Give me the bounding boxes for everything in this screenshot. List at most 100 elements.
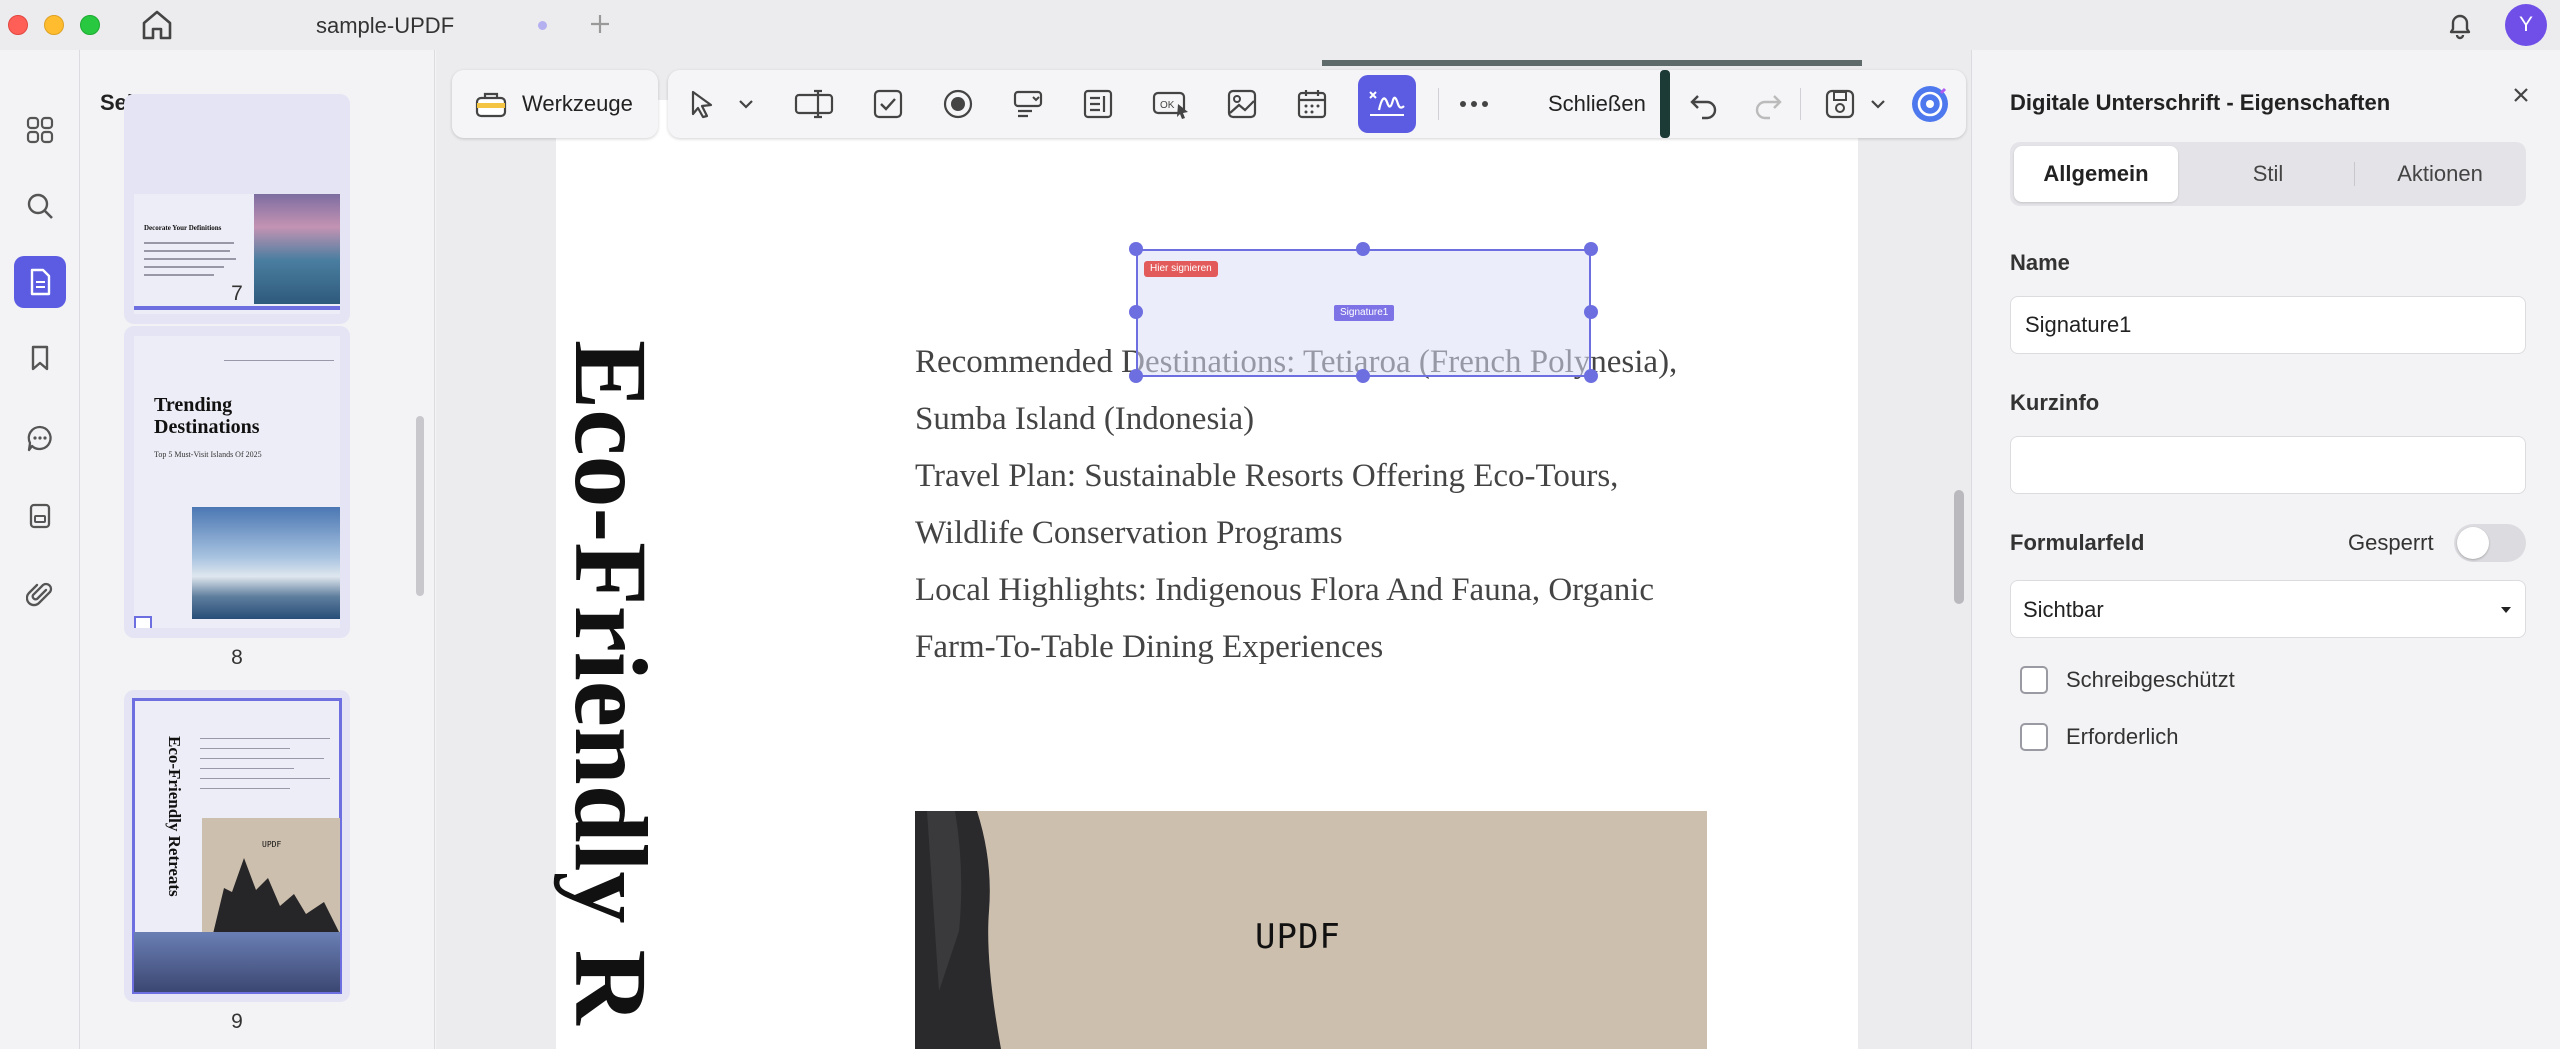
- page-vertical-title: Eco-Friendly R: [553, 340, 668, 1025]
- redo-icon[interactable]: [1752, 88, 1784, 120]
- cursor-caret: [1660, 70, 1670, 138]
- thumbnail-heading: Eco-Friendly Retreats: [165, 736, 184, 897]
- resize-handle[interactable]: [1129, 369, 1143, 383]
- resize-handle[interactable]: [1356, 242, 1370, 256]
- document-image: UPDF: [915, 811, 1707, 1049]
- body-line-6: Farm-To-Table Dining Experiences: [915, 629, 1384, 665]
- tab-style[interactable]: Stil: [2186, 146, 2350, 202]
- close-form-editing-button[interactable]: Schließen: [1548, 91, 1646, 117]
- body-line-3: Travel Plan: Sustainable Resorts Offerin…: [915, 458, 1619, 494]
- visibility-value: Sichtbar: [2023, 597, 2104, 622]
- svg-text:OK: OK: [1160, 100, 1175, 111]
- thumbnail-preview: Eco-Friendly Retreats UPDF: [132, 698, 342, 994]
- resize-handle[interactable]: [1584, 242, 1598, 256]
- thumbnail-image: [192, 507, 340, 619]
- checkbox-icon[interactable]: [872, 88, 904, 120]
- resize-handle[interactable]: [1584, 369, 1598, 383]
- undo-icon[interactable]: [1688, 88, 1720, 120]
- properties-title: Digitale Unterschrift - Eigenschaften: [2010, 90, 2391, 115]
- tools-label: Werkzeuge: [522, 91, 633, 116]
- save-icon[interactable]: [1824, 88, 1856, 120]
- properties-tabs: Allgemein Stil Aktionen: [2010, 142, 2526, 206]
- ai-assistant-icon[interactable]: [1910, 84, 1950, 124]
- page-icon[interactable]: [14, 256, 66, 308]
- thumbnail-page-number: 7: [231, 282, 243, 305]
- name-label: Name: [2010, 250, 2070, 275]
- form-field-label: Formularfeld: [2010, 530, 2145, 555]
- user-avatar[interactable]: Y: [2505, 4, 2547, 46]
- form-toolbar: OK Schließen: [668, 70, 1966, 138]
- text-field-icon[interactable]: [794, 88, 834, 120]
- tooltip-label: Kurzinfo: [2010, 390, 2100, 415]
- thumbnail-page-number: 8: [231, 646, 243, 669]
- required-checkbox[interactable]: [2020, 723, 2048, 751]
- comment-icon[interactable]: [14, 412, 66, 464]
- home-icon[interactable]: [138, 6, 176, 44]
- minimize-window-button[interactable]: [44, 15, 64, 35]
- new-tab-icon[interactable]: [586, 10, 614, 38]
- search-icon[interactable]: [14, 180, 66, 232]
- required-label: Erforderlich: [2066, 724, 2179, 749]
- thumbnail-heading: Trending Destinations: [154, 394, 260, 438]
- tab-general[interactable]: Allgemein: [2014, 146, 2178, 202]
- more-icon[interactable]: [1456, 88, 1492, 120]
- read-only-label: Schreibgeschützt: [2066, 667, 2235, 692]
- tab-actions[interactable]: Aktionen: [2358, 146, 2522, 202]
- resize-handle[interactable]: [1584, 305, 1598, 319]
- toggle-knob: [2457, 527, 2489, 559]
- thumbnail-preview: Trending Destinations Top 5 Must-Visit I…: [134, 336, 340, 628]
- signature-field-icon: [1369, 91, 1405, 116]
- resize-handle[interactable]: [1129, 242, 1143, 256]
- grid-icon[interactable]: [14, 104, 66, 156]
- close-window-button[interactable]: [8, 15, 28, 35]
- thumbnail-heading: Decorate Your Definitions: [144, 224, 222, 232]
- canvas-scrollbar[interactable]: [1954, 490, 1964, 604]
- body-line-2: Sumba Island (Indonesia): [915, 401, 1255, 437]
- locked-label: Gesperrt: [2348, 530, 2434, 555]
- signature-field-button[interactable]: [1358, 75, 1416, 133]
- toolbar-top-strip: [1322, 60, 1862, 66]
- tooltip-input[interactable]: [2010, 436, 2526, 494]
- resize-handle[interactable]: [1129, 305, 1143, 319]
- signature-name-tag: Signature1: [1334, 305, 1395, 321]
- attachment-icon[interactable]: [14, 568, 66, 620]
- image-field-icon[interactable]: [1226, 88, 1258, 120]
- thumbnail-page-8[interactable]: Trending Destinations Top 5 Must-Visit I…: [124, 326, 350, 638]
- body-line-4: Wildlife Conservation Programs: [915, 515, 1343, 551]
- properties-panel: Digitale Unterschrift - Eigenschaften Al…: [1971, 50, 2560, 1049]
- push-button-icon[interactable]: OK: [1152, 88, 1192, 120]
- pointer-icon[interactable]: [686, 88, 718, 120]
- tools-button[interactable]: Werkzeuge: [452, 70, 658, 138]
- radio-button-icon[interactable]: [942, 88, 974, 120]
- date-field-icon[interactable]: [1296, 88, 1328, 120]
- thumbnail-page-number: 9: [231, 1010, 243, 1033]
- locked-toggle[interactable]: [2454, 524, 2526, 562]
- close-icon[interactable]: [2508, 82, 2534, 108]
- bookmark-icon[interactable]: [14, 332, 66, 384]
- form-icon[interactable]: [14, 490, 66, 542]
- combo-box-icon[interactable]: [1012, 88, 1044, 120]
- document-tab[interactable]: sample-UPDF: [230, 0, 560, 50]
- caret-down-icon: [2501, 607, 2511, 613]
- name-input[interactable]: Signature1: [2010, 296, 2526, 354]
- chevron-down-icon[interactable]: [736, 88, 756, 120]
- list-box-icon[interactable]: [1082, 88, 1114, 120]
- notification-bell-icon[interactable]: [2443, 8, 2477, 42]
- chevron-down-icon[interactable]: [1868, 88, 1888, 120]
- image-label: UPDF: [1255, 917, 1341, 957]
- unsaved-dot-icon: [538, 21, 547, 30]
- read-only-checkbox[interactable]: [2020, 666, 2048, 694]
- tab-title: sample-UPDF: [316, 13, 455, 38]
- thumbnail-subheading: Top 5 Must-Visit Islands Of 2025: [154, 450, 262, 459]
- visibility-select[interactable]: Sichtbar: [2010, 580, 2526, 638]
- resize-handle[interactable]: [1356, 369, 1370, 383]
- body-line-5: Local Highlights: Indigenous Flora And F…: [915, 572, 1655, 608]
- thumbnails-scrollbar[interactable]: [416, 416, 424, 596]
- title-bar: sample-UPDF Y: [0, 0, 2560, 50]
- thumbnail-image: UPDF: [202, 818, 340, 938]
- zoom-window-button[interactable]: [80, 15, 100, 35]
- thumbnails-panel: Seitenminiaturen Decorate Your Definitio…: [80, 50, 435, 1049]
- toolbox-icon: [475, 92, 507, 118]
- thumbnail-page-9[interactable]: Eco-Friendly Retreats UPDF: [124, 690, 350, 1002]
- left-icon-rail: [0, 50, 80, 1049]
